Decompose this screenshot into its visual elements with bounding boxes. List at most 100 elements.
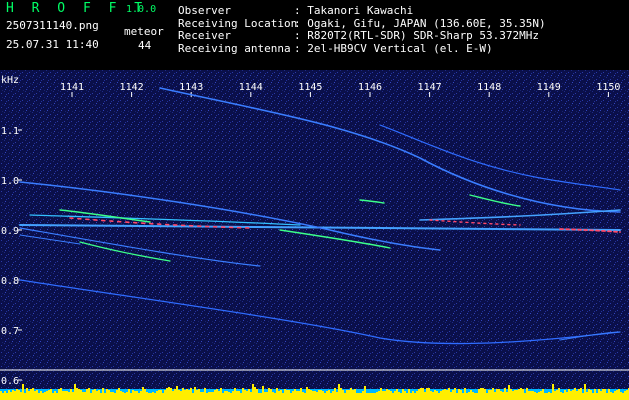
signal-bar bbox=[70, 389, 72, 400]
signal-bar bbox=[180, 391, 182, 400]
signal-bar bbox=[186, 389, 188, 400]
signal-bar bbox=[118, 388, 120, 400]
signal-bar bbox=[350, 388, 352, 400]
signal-bar bbox=[428, 388, 430, 400]
signal-bar bbox=[376, 392, 378, 400]
signal-bar bbox=[304, 393, 306, 400]
signal-bar bbox=[432, 392, 434, 400]
signal-bar bbox=[96, 391, 98, 400]
signal-bar bbox=[606, 393, 608, 400]
signal-bar bbox=[504, 388, 506, 400]
x-tick-label: 1146 bbox=[358, 82, 382, 93]
signal-bar bbox=[136, 391, 138, 400]
signal-bar bbox=[418, 389, 420, 400]
signal-bar bbox=[570, 391, 572, 400]
signal-bar bbox=[332, 391, 334, 400]
signal-bar bbox=[220, 388, 222, 400]
signal-bar bbox=[554, 391, 556, 400]
signal-bar bbox=[508, 385, 510, 400]
signal-bar bbox=[482, 388, 484, 400]
signal-bar bbox=[256, 389, 258, 400]
y-tick-label: 1.1 bbox=[1, 126, 19, 137]
signal-bar bbox=[160, 390, 162, 400]
signal-bar bbox=[438, 393, 440, 400]
signal-bar bbox=[316, 392, 318, 400]
signal-bar bbox=[86, 389, 88, 400]
signal-bar bbox=[388, 390, 390, 400]
signal-bar bbox=[514, 390, 516, 400]
signal-bar bbox=[148, 393, 150, 400]
signal-bar bbox=[134, 391, 136, 400]
signal-bar bbox=[502, 392, 504, 400]
signal-bar bbox=[392, 393, 394, 400]
signal-bar bbox=[196, 390, 198, 400]
signal-bar bbox=[74, 384, 76, 400]
signal-bar bbox=[590, 390, 592, 400]
signal-bar bbox=[68, 392, 70, 400]
signal-bar bbox=[4, 391, 6, 400]
signal-bar bbox=[394, 391, 396, 400]
signal-bar bbox=[212, 392, 214, 400]
x-tick-label: 1142 bbox=[120, 82, 144, 93]
signal-bar bbox=[64, 391, 66, 400]
signal-bar bbox=[468, 392, 470, 400]
signal-bar bbox=[52, 393, 54, 400]
signal-bar bbox=[310, 390, 312, 400]
signal-bar bbox=[66, 391, 68, 400]
signal-bar bbox=[8, 390, 10, 400]
signal-bar bbox=[488, 390, 490, 400]
signal-bar bbox=[464, 388, 466, 400]
signal-bar bbox=[398, 392, 400, 400]
signal-bar bbox=[466, 393, 468, 400]
signal-bar bbox=[270, 389, 272, 400]
signal-bar bbox=[122, 392, 124, 400]
signal-bar bbox=[110, 392, 112, 400]
signal-bar bbox=[42, 393, 44, 400]
signal-bar bbox=[436, 391, 438, 400]
signal-bar bbox=[444, 389, 446, 400]
image-filename: 2507311140.png bbox=[6, 19, 99, 32]
signal-bar bbox=[300, 388, 302, 400]
signal-bar bbox=[588, 389, 590, 400]
signal-bar bbox=[534, 392, 536, 400]
y-tick-label: 1.0 bbox=[1, 176, 19, 187]
signal-bar bbox=[340, 388, 342, 400]
info-row-observer: Observer : Takanori Kawachi bbox=[178, 4, 546, 18]
signal-bar bbox=[238, 391, 240, 400]
signal-bar bbox=[516, 390, 518, 400]
signal-bar bbox=[48, 390, 50, 400]
signal-bar bbox=[334, 388, 336, 400]
signal-bar bbox=[166, 388, 168, 400]
signal-bar bbox=[194, 387, 196, 400]
signal-bar bbox=[370, 393, 372, 400]
info-row-receiver: Receiver : R820T2(RTL-SDR) SDR-Sharp 53.… bbox=[178, 29, 546, 43]
signal-bar bbox=[414, 393, 416, 400]
info-label: Receiver bbox=[178, 29, 231, 42]
signal-bar bbox=[592, 393, 594, 400]
signal-bar bbox=[176, 386, 178, 400]
signal-bar bbox=[62, 391, 64, 400]
signal-bar bbox=[126, 392, 128, 400]
signal-bar bbox=[40, 391, 42, 400]
signal-bar bbox=[586, 392, 588, 400]
signal-bar bbox=[178, 390, 180, 400]
signal-bar bbox=[0, 391, 2, 400]
x-tick-label: 1143 bbox=[179, 82, 203, 93]
signal-bar bbox=[38, 393, 40, 400]
signal-bar bbox=[406, 393, 408, 400]
signal-bar bbox=[374, 393, 376, 400]
signal-bar bbox=[92, 390, 94, 400]
signal-bar bbox=[218, 391, 220, 400]
signal-bar bbox=[598, 389, 600, 400]
signal-bar bbox=[356, 393, 358, 400]
signal-bar bbox=[20, 392, 22, 400]
signal-bar bbox=[530, 391, 532, 400]
signal-bar bbox=[326, 391, 328, 400]
signal-bar bbox=[568, 389, 570, 400]
signal-bar bbox=[364, 386, 366, 400]
signal-bar bbox=[248, 389, 250, 400]
signal-bar bbox=[354, 389, 356, 400]
y-tick-label: 0.8 bbox=[1, 276, 19, 287]
signal-bar bbox=[532, 391, 534, 400]
info-label: Observer bbox=[178, 4, 231, 17]
